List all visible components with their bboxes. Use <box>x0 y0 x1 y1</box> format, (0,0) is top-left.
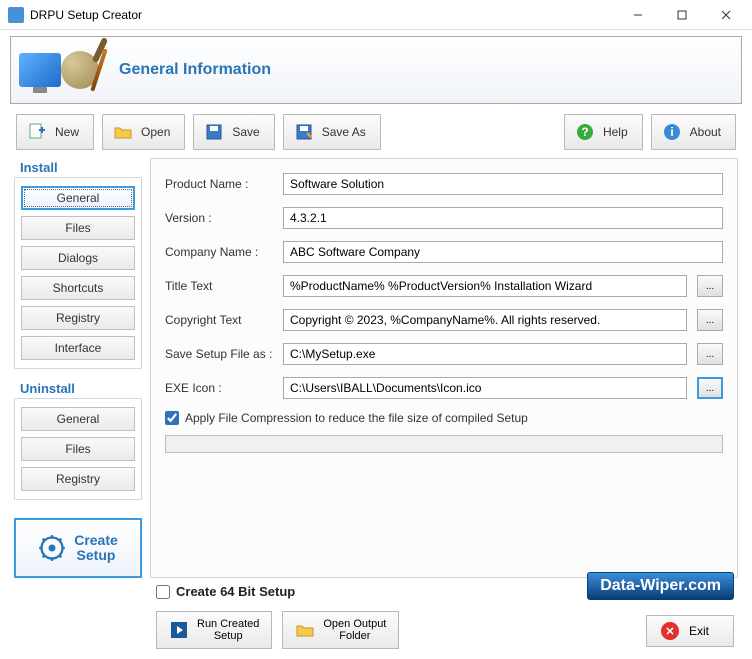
create64-label: Create 64 Bit Setup <box>176 584 295 599</box>
close-icon: ✕ <box>661 622 679 640</box>
about-label: About <box>690 125 721 139</box>
product-name-input[interactable] <box>283 173 723 195</box>
company-label: Company Name : <box>165 245 273 259</box>
copyright-browse-button[interactable]: ... <box>697 309 723 331</box>
sidebar-item-uninstall-general[interactable]: General <box>21 407 135 431</box>
save-icon <box>204 122 224 142</box>
sidebar-item-files[interactable]: Files <box>21 216 135 240</box>
install-group-label: Install <box>14 158 142 177</box>
exe-icon-label: EXE Icon : <box>165 381 273 395</box>
page-title: General Information <box>119 61 271 79</box>
save-setup-label: Save Setup File as : <box>165 347 273 361</box>
header-banner: General Information <box>10 36 742 104</box>
open-output-label: Open OutputFolder <box>323 618 386 642</box>
svg-text:i: i <box>670 125 673 139</box>
play-icon <box>169 620 189 640</box>
about-button[interactable]: i About <box>651 114 736 150</box>
banner-art <box>11 48 101 92</box>
sidebar: Install General Files Dialogs Shortcuts … <box>14 158 142 578</box>
sidebar-item-general[interactable]: General <box>21 186 135 210</box>
title-text-label: Title Text <box>165 279 273 293</box>
new-button[interactable]: New <box>16 114 94 150</box>
install-group: Install General Files Dialogs Shortcuts … <box>14 158 142 369</box>
open-button[interactable]: Open <box>102 114 185 150</box>
svg-text:?: ? <box>581 125 588 139</box>
gear-icon <box>38 534 66 562</box>
exit-button[interactable]: ✕ Exit <box>646 615 734 647</box>
product-name-label: Product Name : <box>165 177 273 191</box>
copyright-input[interactable] <box>283 309 687 331</box>
progress-bar <box>165 435 723 453</box>
help-button[interactable]: ? Help <box>564 114 643 150</box>
company-input[interactable] <box>283 241 723 263</box>
title-text-input[interactable] <box>283 275 687 297</box>
version-label: Version : <box>165 211 273 225</box>
open-output-folder-button[interactable]: Open OutputFolder <box>282 611 399 649</box>
monitor-icon <box>19 53 61 87</box>
saveas-button[interactable]: Save As <box>283 114 381 150</box>
exit-label: Exit <box>689 624 709 638</box>
close-button[interactable] <box>704 1 748 29</box>
sidebar-item-interface[interactable]: Interface <box>21 336 135 360</box>
create64-row: Create 64 Bit Setup <box>156 584 399 599</box>
window-title: DRPU Setup Creator <box>30 8 616 22</box>
new-label: New <box>55 125 79 139</box>
sidebar-item-registry[interactable]: Registry <box>21 306 135 330</box>
main-area: Install General Files Dialogs Shortcuts … <box>0 158 752 578</box>
form-panel: Product Name : Version : Company Name : … <box>150 158 738 578</box>
app-icon <box>8 7 24 23</box>
create-setup-button[interactable]: CreateSetup <box>14 518 142 578</box>
compression-label: Apply File Compression to reduce the fil… <box>185 411 528 425</box>
compression-row: Apply File Compression to reduce the fil… <box>165 411 723 425</box>
save-setup-input[interactable] <box>283 343 687 365</box>
minimize-button[interactable] <box>616 1 660 29</box>
folder-icon <box>295 620 315 640</box>
help-label: Help <box>603 125 628 139</box>
uninstall-group-box: General Files Registry <box>14 398 142 500</box>
new-icon <box>27 122 47 142</box>
toolbar: New Open Save Save As ? Help i About <box>0 108 752 158</box>
run-created-label: Run CreatedSetup <box>197 618 259 642</box>
saveas-label: Save As <box>322 125 366 139</box>
exe-icon-input[interactable] <box>283 377 687 399</box>
brand-badge: Data-Wiper.com <box>587 572 734 600</box>
create-setup-label: CreateSetup <box>74 533 118 564</box>
save-label: Save <box>232 125 259 139</box>
maximize-button[interactable] <box>660 1 704 29</box>
sidebar-item-dialogs[interactable]: Dialogs <box>21 246 135 270</box>
sidebar-item-shortcuts[interactable]: Shortcuts <box>21 276 135 300</box>
create64-checkbox[interactable] <box>156 585 170 599</box>
sidebar-item-uninstall-registry[interactable]: Registry <box>21 467 135 491</box>
save-setup-browse-button[interactable]: ... <box>697 343 723 365</box>
sidebar-item-uninstall-files[interactable]: Files <box>21 437 135 461</box>
help-icon: ? <box>575 122 595 142</box>
open-label: Open <box>141 125 170 139</box>
compression-checkbox[interactable] <box>165 411 179 425</box>
title-browse-button[interactable]: ... <box>697 275 723 297</box>
uninstall-group: Uninstall General Files Registry <box>14 379 142 500</box>
install-group-box: General Files Dialogs Shortcuts Registry… <box>14 177 142 369</box>
uninstall-group-label: Uninstall <box>14 379 142 398</box>
version-input[interactable] <box>283 207 723 229</box>
bottom-area: Create 64 Bit Setup Run CreatedSetup Ope… <box>0 578 752 659</box>
titlebar: DRPU Setup Creator <box>0 0 752 30</box>
run-created-setup-button[interactable]: Run CreatedSetup <box>156 611 272 649</box>
folder-open-icon <box>113 122 133 142</box>
info-icon: i <box>662 122 682 142</box>
saveas-icon <box>294 122 314 142</box>
save-button[interactable]: Save <box>193 114 274 150</box>
copyright-label: Copyright Text <box>165 313 273 327</box>
exe-icon-browse-button[interactable]: ... <box>697 377 723 399</box>
